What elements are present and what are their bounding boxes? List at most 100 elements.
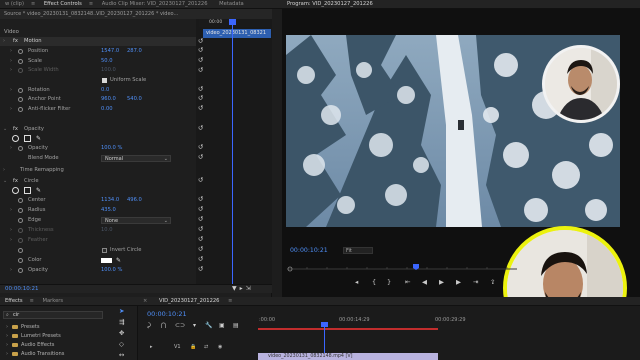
anti-flicker-value[interactable]: 0.00 <box>101 105 113 114</box>
opacity-value[interactable]: 100.0 % <box>101 144 122 153</box>
effects-folder-audio-transitions[interactable]: › Audio Transitions <box>6 350 64 358</box>
disclosure-triangle-icon[interactable]: › <box>10 144 12 153</box>
disclosure-triangle-icon[interactable]: › <box>10 206 12 215</box>
center-x-value[interactable]: 1134.0 <box>101 196 119 205</box>
ellipse-mask-icon[interactable] <box>12 187 19 194</box>
reset-icon[interactable]: ↺ <box>198 235 203 243</box>
step-forward-icon[interactable]: ▶ <box>456 278 461 286</box>
pen-mask-icon[interactable]: ✎ <box>36 134 41 143</box>
disclosure-triangle-icon[interactable]: ⌄ <box>3 177 7 186</box>
disclosure-triangle-icon[interactable]: › <box>10 226 12 235</box>
stopwatch-icon[interactable] <box>18 218 23 223</box>
selection-tool-icon[interactable]: ➤ <box>119 307 124 315</box>
source-patch-icon[interactable]: ▸ <box>150 344 153 350</box>
disclosure-triangle-icon[interactable]: › <box>10 236 12 245</box>
color-swatch[interactable] <box>101 258 112 263</box>
export-icon[interactable]: ⇲ <box>246 285 254 292</box>
step-back-icon[interactable]: ◀ <box>422 278 427 286</box>
mini-timeline-playhead[interactable] <box>232 19 233 290</box>
timeline-clip[interactable]: video_20230131_0832148.mp4 [V] <box>258 353 438 360</box>
disclosure-triangle-icon[interactable]: › <box>3 37 5 46</box>
program-zoom-dropdown[interactable]: Fit <box>343 247 373 254</box>
eyedropper-icon[interactable]: ✎ <box>116 256 121 265</box>
track-select-tool-icon[interactable]: ⇶ <box>119 318 124 326</box>
disclosure-triangle-icon[interactable]: › <box>6 342 8 348</box>
play-icon[interactable]: ▶ <box>439 278 444 286</box>
reset-icon[interactable]: ↺ <box>198 66 203 74</box>
wrench-icon[interactable]: 🔧 <box>205 322 212 329</box>
stopwatch-icon[interactable] <box>18 258 23 263</box>
rectangle-mask-icon[interactable] <box>24 135 31 142</box>
source-clip-label[interactable]: Source * video_20230131_0832148... <box>4 11 98 17</box>
disclosure-triangle-icon[interactable]: › <box>6 324 8 330</box>
close-icon[interactable]: × <box>138 297 152 305</box>
reset-icon[interactable]: ↺ <box>198 225 203 233</box>
tab-menu-icon[interactable]: ≡ <box>226 298 234 304</box>
tab-metadata[interactable]: Metadata <box>214 0 249 8</box>
tab-effect-controls[interactable]: Effect Controls <box>39 0 87 8</box>
sync-lock-icon[interactable]: ⇄ <box>204 344 208 350</box>
tab-menu-icon[interactable]: ≡ <box>28 298 36 304</box>
effect-time-remapping-header[interactable]: › Time Remapping <box>0 166 196 175</box>
timeline-timecode[interactable]: 00:00:10:21 <box>147 310 187 318</box>
nest-icon[interactable]: ⤸ <box>147 322 151 330</box>
stopwatch-icon[interactable] <box>18 248 23 253</box>
effects-search-input[interactable]: ⌕ cir <box>3 311 103 319</box>
tab-menu-icon[interactable]: ≡ <box>29 1 37 7</box>
stopwatch-icon[interactable] <box>18 146 23 151</box>
tab-program-monitor[interactable]: Program: VID_20230127_201226 <box>282 0 378 8</box>
effect-opacity-header[interactable]: ⌄ fx Opacity <box>0 125 196 134</box>
disclosure-triangle-icon[interactable]: ⌄ <box>3 125 7 134</box>
invert-circle-checkbox[interactable] <box>102 248 107 253</box>
reset-icon[interactable]: ↺ <box>198 124 203 132</box>
reset-icon[interactable]: ↺ <box>198 205 203 213</box>
stopwatch-icon[interactable] <box>18 59 23 64</box>
radius-value[interactable]: 435.0 <box>101 206 116 215</box>
stopwatch-icon[interactable] <box>18 88 23 93</box>
add-marker-icon[interactable]: ◂ <box>355 278 358 286</box>
rectangle-mask-icon[interactable] <box>24 187 31 194</box>
timeline-ruler[interactable]: :00:00 00:00:14:29 00:00:29:29 <box>255 315 503 327</box>
uniform-scale-checkbox[interactable] <box>102 78 107 83</box>
add-marker-icon[interactable]: ▾ <box>193 322 196 329</box>
reset-icon[interactable]: ↺ <box>198 195 203 203</box>
program-timecode[interactable]: 00:00:10:21 <box>290 247 328 254</box>
reset-icon[interactable]: ↺ <box>198 245 203 253</box>
pen-mask-icon[interactable]: ✎ <box>36 186 41 195</box>
disclosure-triangle-icon[interactable]: › <box>10 66 12 75</box>
slip-tool-icon[interactable]: ↔ <box>119 351 124 359</box>
stopwatch-icon[interactable] <box>18 208 23 213</box>
timeline-playhead-handle[interactable] <box>321 322 328 327</box>
tab-clip-source[interactable]: w (clip) <box>0 0 29 8</box>
lock-icon[interactable]: 🔒 <box>190 344 196 350</box>
tab-effects[interactable]: Effects <box>0 297 28 305</box>
reset-icon[interactable]: ↺ <box>198 265 203 273</box>
filter-icon[interactable]: ▼ <box>232 285 240 292</box>
stopwatch-icon[interactable] <box>18 107 23 112</box>
reset-icon[interactable]: ↺ <box>198 215 203 223</box>
tab-menu-icon[interactable]: ≡ <box>87 1 95 7</box>
stopwatch-icon[interactable] <box>18 97 23 102</box>
disclosure-triangle-icon[interactable]: › <box>6 333 8 339</box>
effects-folder-audio-effects[interactable]: › Audio Effects <box>6 341 54 349</box>
effect-motion-header[interactable]: › fx Motion <box>0 37 196 46</box>
mark-out-icon[interactable]: } <box>387 278 391 286</box>
reset-icon[interactable]: ↺ <box>198 153 203 161</box>
reset-icon[interactable]: ↺ <box>198 56 203 64</box>
disclosure-triangle-icon[interactable]: › <box>3 166 5 175</box>
reset-icon[interactable]: ↺ <box>198 176 203 184</box>
stopwatch-icon[interactable] <box>18 49 23 54</box>
ellipse-mask-icon[interactable] <box>12 135 19 142</box>
mini-timeline-clip[interactable]: video_20230131_08321 <box>203 29 271 38</box>
ripple-edit-tool-icon[interactable]: ✥ <box>119 329 124 337</box>
sequence-clip-label[interactable]: VID_20230127_201226 * video... <box>96 11 178 17</box>
circle-opacity-value[interactable]: 100.0 % <box>101 266 122 275</box>
effect-controls-timecode[interactable]: 00:00:10:21 <box>5 286 39 292</box>
disclosure-triangle-icon[interactable]: › <box>6 351 8 357</box>
mini-timeline-playhead-handle[interactable] <box>229 19 236 25</box>
effects-folder-lumetri[interactable]: › Lumetri Presets <box>6 332 61 340</box>
linked-selection-icon[interactable]: ⊂⊃ <box>175 322 185 329</box>
stopwatch-icon[interactable] <box>18 268 23 273</box>
center-y-value[interactable]: 496.0 <box>127 196 142 205</box>
go-to-in-icon[interactable]: ⇤ <box>405 278 410 286</box>
